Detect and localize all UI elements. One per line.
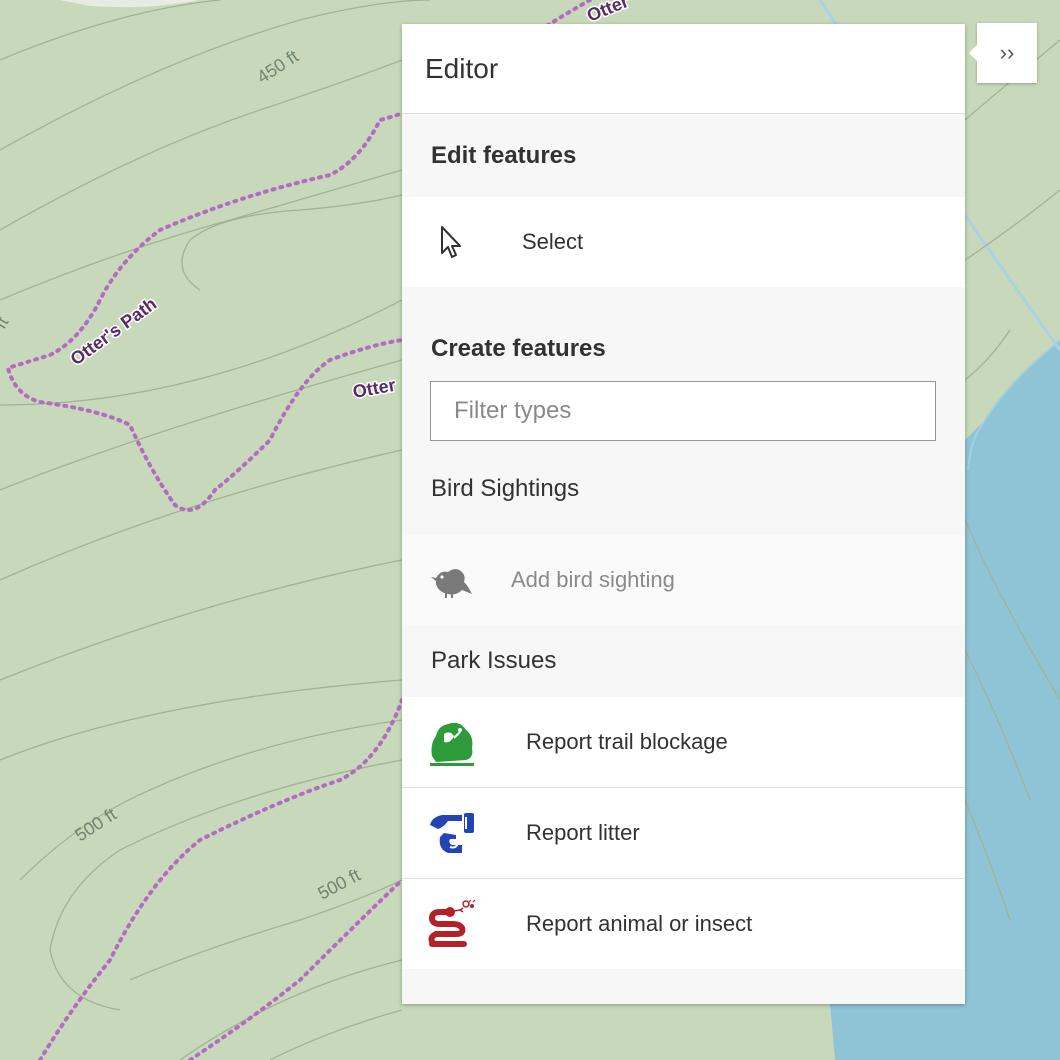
double-chevron-right-icon: ›› (999, 40, 1015, 65)
map-view[interactable]: 450 ft 500 ft 500 ft ft Otter's Path Ott… (0, 0, 1060, 1060)
editor-panel: Editor Edit features Select Create featu… (402, 24, 965, 1004)
template-add-bird-sighting: Add bird sighting (402, 535, 965, 625)
filter-types-input[interactable] (430, 381, 936, 441)
litter-icon (426, 807, 478, 859)
group-title-park-issues: Park Issues (431, 647, 557, 674)
panel-title: Editor (425, 52, 499, 84)
group-title-bird-sightings: Bird Sightings (431, 475, 580, 502)
edit-features-header: Edit features (402, 114, 965, 197)
panel-header: Editor (402, 24, 965, 114)
template-report-animal-or-insect[interactable]: Report animal or insect (402, 878, 965, 969)
template-label: Report trail blockage (526, 729, 728, 754)
create-features-header: Create features (402, 287, 965, 381)
select-tool-button[interactable]: Select (402, 197, 965, 287)
template-label: Report litter (526, 820, 640, 845)
cursor-icon (426, 216, 478, 268)
snake-icon (426, 898, 478, 950)
create-features-title: Create features (431, 335, 606, 362)
template-report-litter[interactable]: Report litter (402, 787, 965, 878)
template-label: Report animal or insect (526, 911, 753, 936)
bird-icon (426, 554, 478, 606)
template-report-trail-blockage[interactable]: Report trail blockage (402, 697, 965, 787)
edit-features-title: Edit features (431, 141, 577, 169)
select-tool-label: Select (522, 229, 584, 254)
template-label: Add bird sighting (511, 567, 675, 592)
collapse-panel-button[interactable]: ›› (969, 23, 1037, 83)
trail-blockage-icon (426, 716, 478, 768)
filter-container (402, 381, 965, 443)
